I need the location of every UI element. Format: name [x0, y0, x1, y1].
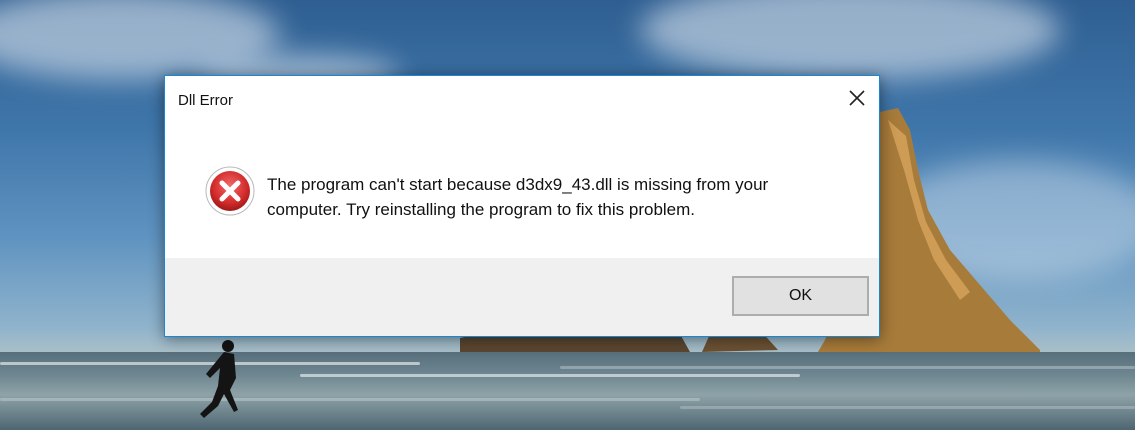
wave	[560, 366, 1135, 369]
runner-silhouette	[200, 340, 238, 418]
error-message: The program can't start because d3dx9_43…	[267, 172, 847, 222]
dialog-footer: OK	[165, 258, 879, 336]
error-message-line: The program can't start because d3dx9_43…	[267, 175, 769, 194]
dialog-title: Dll Error	[178, 92, 233, 109]
cloud	[640, 0, 1060, 80]
close-icon	[849, 90, 865, 106]
wave	[680, 406, 1135, 409]
wave	[300, 374, 800, 377]
wave	[0, 398, 700, 401]
close-button[interactable]	[845, 86, 869, 110]
error-icon	[205, 166, 255, 216]
error-message-line: computer. Try reinstalling the program t…	[267, 200, 696, 219]
ok-button[interactable]: OK	[732, 276, 869, 316]
error-dialog: Dll Error The program can't start becaus…	[164, 75, 880, 337]
